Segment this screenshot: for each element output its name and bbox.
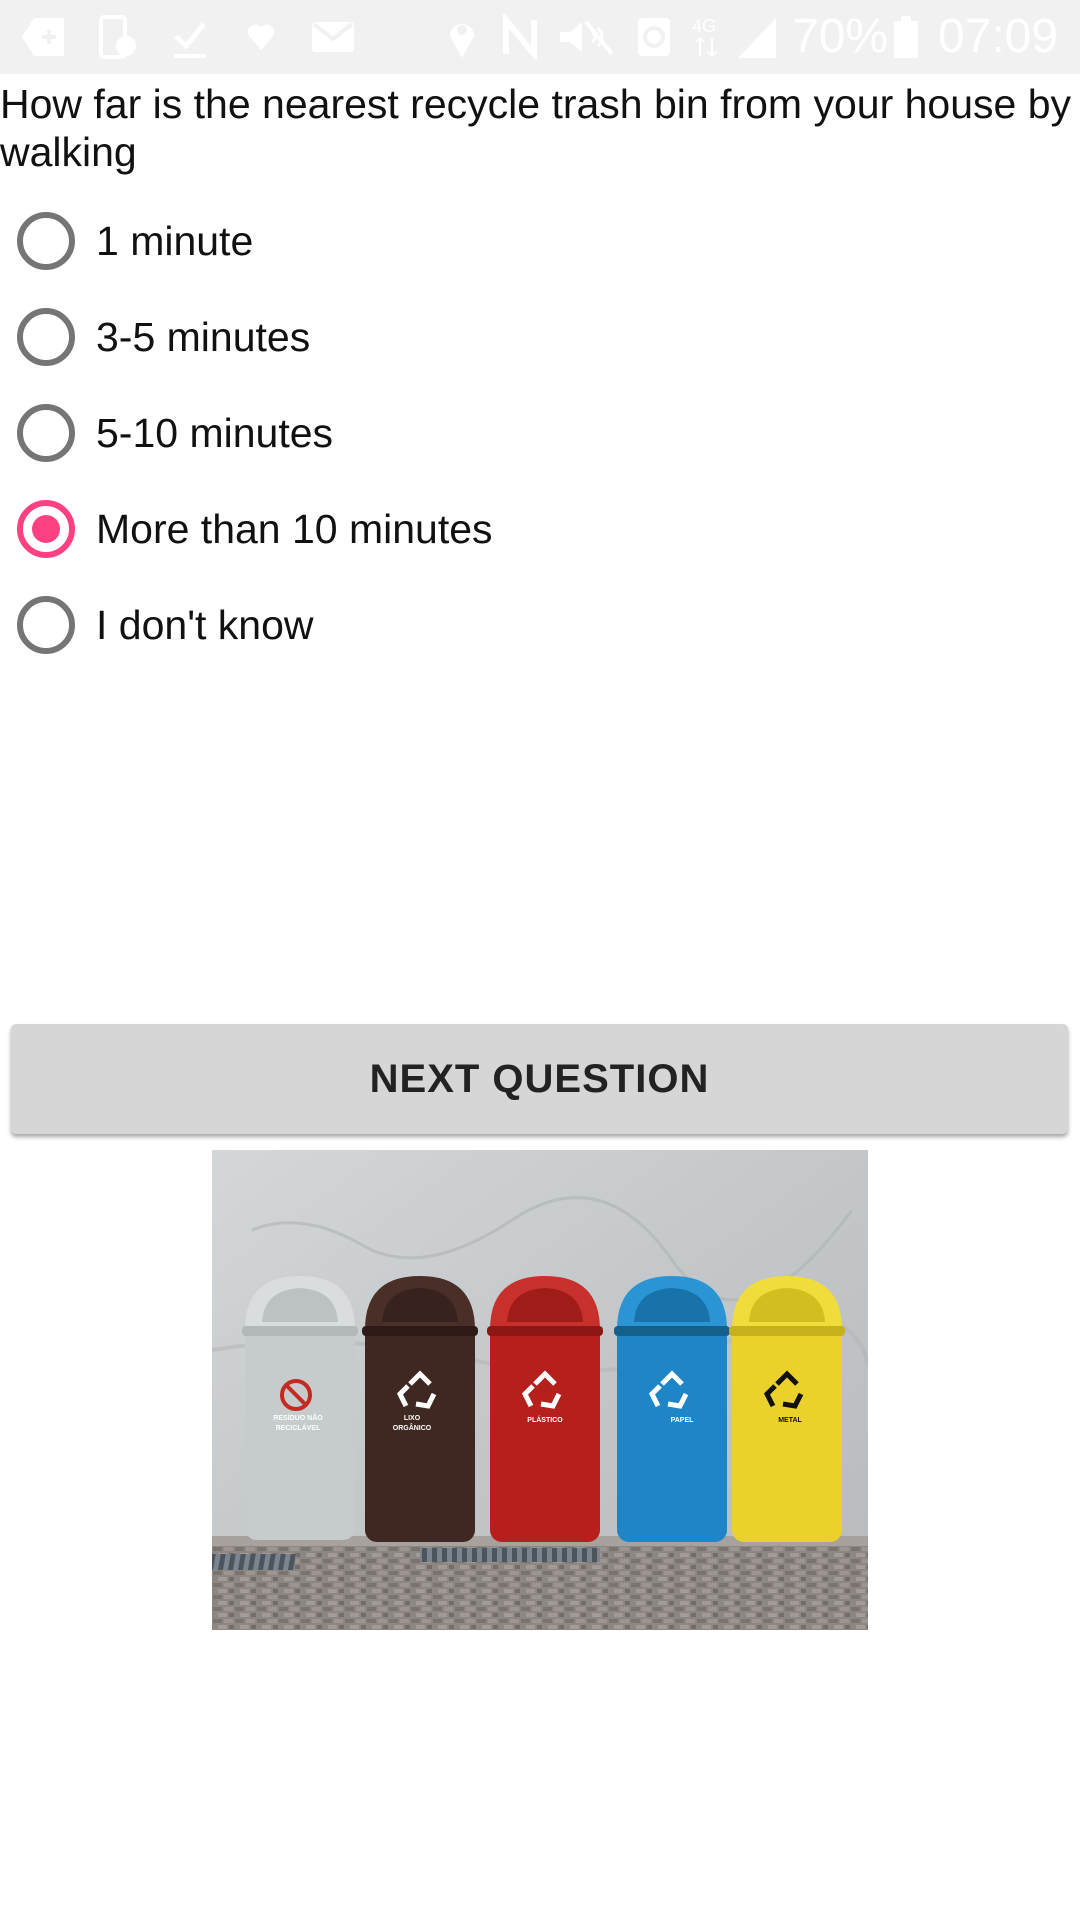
check-icon [174, 22, 206, 58]
svg-text:METAL: METAL [778, 1417, 802, 1424]
svg-text:ORGÂNICO: ORGÂNICO [393, 1423, 432, 1432]
option-1-minute[interactable]: 1 minute [0, 196, 700, 286]
location-icon [450, 24, 474, 58]
bin-blue: PAPEL [614, 1276, 730, 1542]
drain-grate [420, 1548, 600, 1562]
mail-icon [312, 22, 354, 52]
radio-button[interactable] [17, 404, 75, 462]
bin-body [365, 1324, 475, 1542]
radio-button[interactable] [17, 212, 75, 270]
phone-clock-icon [99, 15, 136, 59]
option-3-5-minutes[interactable]: 3-5 minutes [0, 292, 700, 382]
battery-percent: 70% [792, 10, 889, 63]
svg-text:RECICLÁVEL: RECICLÁVEL [276, 1423, 321, 1432]
sync-icon [638, 18, 670, 56]
svg-text:PAPEL: PAPEL [671, 1417, 695, 1424]
status-bar: 4G 70% 07:09 [0, 0, 1080, 74]
bin-brown: LIXO ORGÂNICO [362, 1276, 478, 1542]
radio-button[interactable] [17, 308, 75, 366]
radio-button[interactable] [17, 596, 75, 654]
bin-body [617, 1324, 727, 1542]
mute-icon [560, 20, 614, 56]
option-label: More than 10 minutes [96, 506, 493, 552]
bin-gray: RESÍDUO NÃO RECICLÁVEL [242, 1276, 358, 1540]
option-label: I don't know [96, 602, 314, 648]
bin-yellow: METAL [729, 1276, 845, 1542]
bin-red: PLÁSTICO [487, 1276, 603, 1542]
clock-time: 07:09 [938, 10, 1059, 63]
bin-body [490, 1324, 600, 1542]
svg-text:RESÍDUO NÃO: RESÍDUO NÃO [273, 1413, 323, 1422]
battery-icon [894, 16, 918, 58]
network-4g-icon: 4G [692, 16, 717, 58]
next-question-button[interactable]: NEXT QUESTION [11, 1024, 1068, 1134]
signal-icon [738, 18, 776, 58]
option-dont-know[interactable]: I don't know [0, 580, 700, 670]
bin-body [732, 1324, 842, 1542]
question-text: How far is the nearest recycle trash bin… [0, 81, 1072, 175]
svg-text:4G: 4G [692, 16, 716, 36]
drain-grate [212, 1554, 297, 1570]
svg-text:PLÁSTICO: PLÁSTICO [527, 1415, 563, 1424]
option-5-10-minutes[interactable]: 5-10 minutes [0, 388, 700, 478]
option-more-than-10-minutes[interactable]: More than 10 minutes [0, 484, 700, 574]
radio-button[interactable] [17, 500, 75, 558]
svg-text:LIXO: LIXO [404, 1415, 421, 1422]
recycle-bins-photo: RESÍDUO NÃO RECICLÁVEL LIXO ORGÂNICO PLÁ… [212, 1150, 868, 1630]
option-label: 1 minute [96, 218, 254, 264]
option-label: 3-5 minutes [96, 314, 311, 360]
nfc-icon [503, 14, 537, 60]
add-box-icon [22, 18, 64, 56]
option-label: 5-10 minutes [96, 410, 334, 456]
bin-body [245, 1324, 355, 1540]
heart-icon [247, 24, 275, 50]
